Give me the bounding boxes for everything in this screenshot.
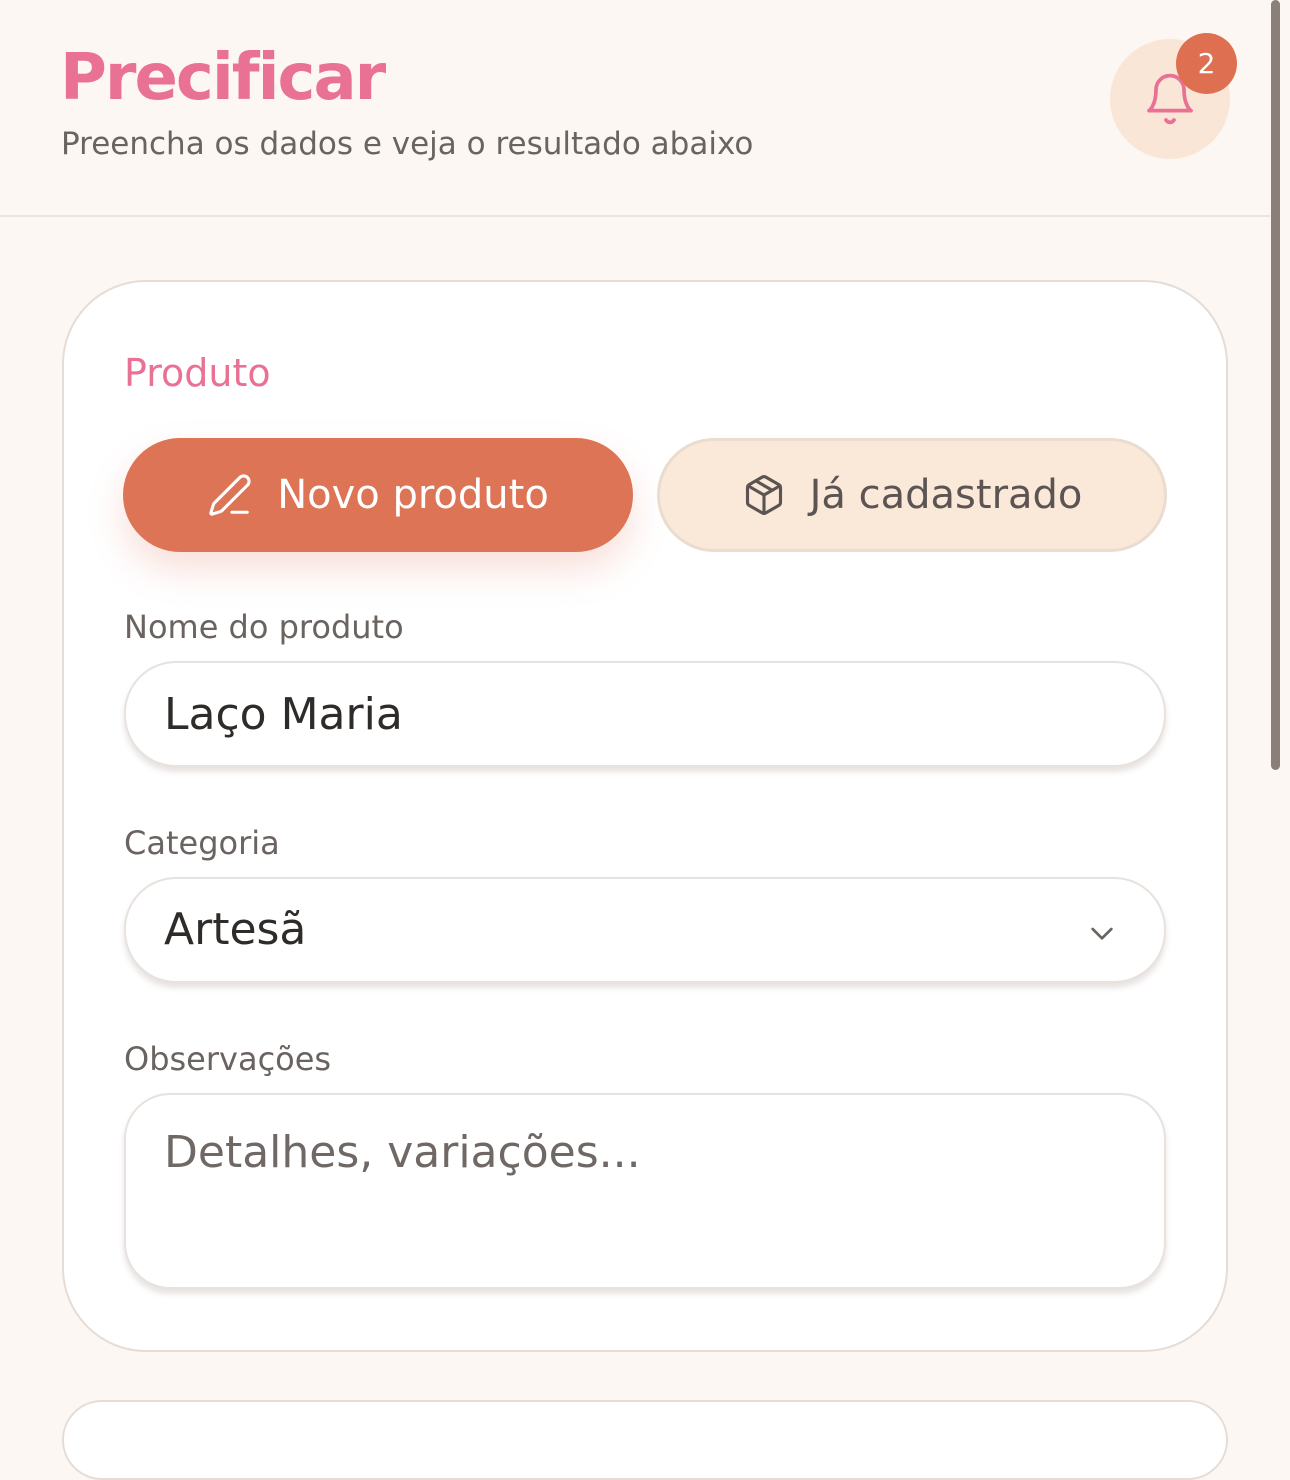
existing-product-button[interactable]: Já cadastrado <box>657 438 1167 552</box>
chevron-down-icon <box>1091 927 1113 940</box>
scrollbar[interactable] <box>1271 0 1280 770</box>
package-icon <box>745 475 782 515</box>
notification-count-badge: 2 <box>1176 33 1237 94</box>
section-title-product: Produto <box>124 351 271 395</box>
product-name-label: Nome do produto <box>124 608 404 646</box>
category-label: Categoria <box>124 824 280 862</box>
new-product-label: Novo produto <box>277 472 549 518</box>
category-selected-value: Artesã <box>164 904 307 955</box>
page-subtitle: Preencha os dados e veja o resultado aba… <box>61 126 754 162</box>
next-section-card <box>62 1400 1228 1480</box>
product-name-input[interactable] <box>124 661 1166 767</box>
new-product-button[interactable]: Novo produto <box>123 438 633 552</box>
notes-label: Observações <box>124 1040 332 1078</box>
page-title: Precificar <box>60 41 386 115</box>
existing-product-label: Já cadastrado <box>809 472 1083 518</box>
notes-textarea[interactable] <box>124 1093 1166 1289</box>
page-header: Precificar Preencha os dados e veja o re… <box>0 0 1270 217</box>
pencil-icon <box>209 474 251 516</box>
category-select[interactable]: Artesã <box>124 877 1166 983</box>
